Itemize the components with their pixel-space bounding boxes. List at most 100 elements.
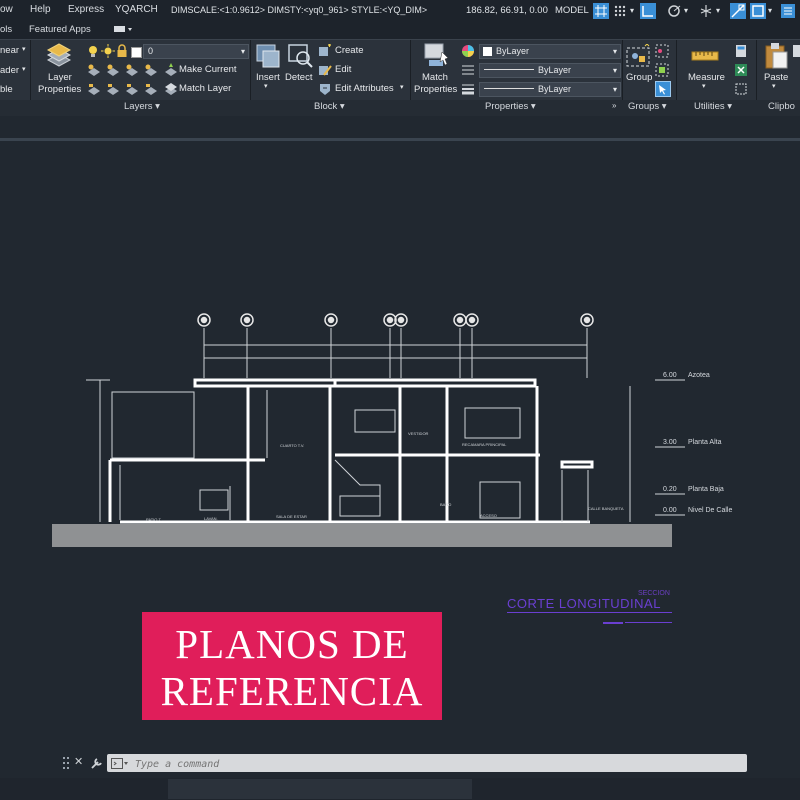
spreadsheet-icon[interactable] (734, 63, 748, 82)
chevron-down-icon[interactable]: ▾ (264, 82, 268, 90)
tab-featured-apps[interactable]: Featured Apps (29, 24, 91, 35)
match-layer-icon[interactable] (164, 82, 178, 101)
insert-block-icon[interactable] (254, 42, 282, 75)
measure-button[interactable]: Measure (688, 72, 725, 83)
layer-tools-row-2 (86, 82, 176, 101)
color-wheel-icon[interactable] (461, 44, 475, 63)
panel-title-clipboard[interactable]: Clipbo (768, 101, 795, 112)
sun-icon[interactable] (101, 44, 115, 63)
command-line[interactable] (107, 754, 747, 772)
room-label: VESTIDOR (408, 431, 429, 436)
ribbon-tabs: ols Featured Apps (0, 20, 800, 39)
edit-attributes-button[interactable]: Edit Attributes (335, 83, 394, 94)
paste-button[interactable]: Paste (764, 72, 788, 83)
lightbulb-icon[interactable] (86, 44, 100, 63)
close-icon[interactable]: ✕ (74, 757, 84, 768)
layer-dropdown[interactable]: 0 ▾ (143, 44, 249, 59)
measure-icon[interactable] (690, 46, 720, 71)
create-button[interactable]: Create (335, 45, 364, 56)
chevron-down-icon[interactable]: ▾ (772, 82, 776, 90)
edit-attributes-icon[interactable] (318, 82, 332, 101)
edit-button[interactable]: Edit (335, 64, 351, 75)
isodraft-icon[interactable] (698, 3, 714, 19)
menu-window[interactable]: ow (0, 4, 13, 15)
chevron-down-icon[interactable]: ▾ (630, 6, 634, 15)
layer-color-swatch[interactable] (131, 45, 142, 63)
section-underline-2 (603, 622, 623, 624)
panel-title-utilities[interactable]: Utilities ▾ (694, 101, 732, 112)
make-current-button[interactable]: Make Current (179, 64, 237, 75)
leader-button[interactable]: ader (0, 65, 19, 76)
detect-button[interactable]: Detect (285, 72, 312, 83)
layer-properties-icon[interactable] (44, 42, 74, 75)
color-swatch (483, 47, 492, 56)
object-snap-icon[interactable] (750, 3, 766, 19)
chevron-down-icon[interactable]: ▾ (702, 82, 706, 90)
dropdown-arrow-icon[interactable]: ▾ (22, 65, 26, 73)
model-space-toggle[interactable]: MODEL (555, 5, 589, 16)
ungroup-icon[interactable] (655, 44, 669, 63)
tab-tools[interactable]: ols (0, 24, 12, 35)
create-block-icon[interactable] (318, 44, 332, 63)
lineweight-icon[interactable] (461, 82, 475, 101)
table-button[interactable]: ble (0, 84, 13, 95)
command-grip-icon[interactable] (62, 756, 70, 770)
quick-calc-icon[interactable] (734, 44, 748, 63)
group-icon[interactable] (625, 43, 653, 75)
tab-overflow-icon[interactable] (113, 23, 135, 38)
reference-banner: PLANOS DE REFERENCIA (142, 612, 442, 720)
edit-block-icon[interactable] (318, 63, 332, 82)
dropdown-arrow-icon[interactable]: ▾ (22, 45, 26, 53)
command-input[interactable] (133, 756, 737, 772)
linetype-dropdown[interactable]: ByLayer ▾ (479, 63, 621, 78)
match-layer-button[interactable]: Match Layer (179, 83, 231, 94)
level-label-3: Planta Baja (688, 486, 724, 493)
menu-help[interactable]: Help (30, 4, 51, 15)
color-dropdown[interactable]: ByLayer ▾ (479, 44, 621, 59)
menu-express[interactable]: Express (68, 4, 104, 15)
panel-expand-icon[interactable]: » (612, 101, 616, 110)
grid-toggle-icon[interactable] (593, 3, 609, 19)
customization-menu-icon[interactable] (780, 3, 796, 19)
object-snap-tracking-icon[interactable] (730, 3, 746, 19)
layer-properties-label[interactable]: Layer (48, 72, 72, 83)
linetype-value: ByLayer (538, 65, 572, 75)
lineweight-dropdown[interactable]: ByLayer ▾ (479, 82, 621, 97)
group-button[interactable]: Group (626, 72, 652, 83)
section-underline (507, 612, 672, 613)
snap-mode-icon[interactable] (612, 3, 628, 19)
menu-yqarch[interactable]: YQARCH (115, 4, 158, 15)
lock-icon[interactable] (116, 44, 128, 63)
select-all-icon[interactable] (734, 82, 748, 101)
chevron-down-icon[interactable]: ▾ (768, 6, 772, 15)
section-drawing[interactable]: 6.00 Azotea 3.00 Planta Alta 0.20 Planta… (0, 300, 800, 560)
viewport-divider (0, 138, 800, 141)
group-edit-icon[interactable] (655, 63, 669, 82)
detect-icon[interactable] (286, 42, 314, 75)
insert-button[interactable]: Insert (256, 72, 280, 83)
chevron-down-icon: ▾ (240, 47, 245, 56)
chevron-down-icon[interactable]: ▾ (400, 83, 404, 91)
command-prompt-icon[interactable] (111, 757, 129, 775)
linear-dimension-button[interactable]: near (0, 45, 19, 56)
panel-title-groups[interactable]: Groups ▾ (628, 101, 667, 112)
ortho-icon[interactable] (640, 3, 656, 19)
group-select-icon[interactable] (655, 81, 671, 102)
match-properties-label[interactable]: Match (422, 72, 448, 83)
panel-title-layers[interactable]: Layers ▾ (124, 101, 160, 112)
layer-properties-label-2[interactable]: Properties (38, 84, 81, 95)
make-current-icon[interactable] (164, 63, 178, 82)
copy-clip-icon[interactable] (792, 44, 800, 63)
panel-title-block[interactable]: Block ▾ (314, 101, 345, 112)
panel-title-properties[interactable]: Properties ▾ (485, 101, 536, 112)
wrench-icon[interactable] (90, 756, 104, 770)
match-properties-icon[interactable] (422, 42, 450, 75)
linetype-icon[interactable] (461, 63, 475, 82)
polar-tracking-icon[interactable] (666, 3, 682, 19)
chevron-down-icon[interactable]: ▾ (684, 6, 688, 15)
chevron-down-icon[interactable]: ▾ (716, 6, 720, 15)
grid-axis-markers (197, 313, 594, 327)
match-properties-label-2[interactable]: Properties (414, 84, 457, 95)
coordinates-readout[interactable]: 186.82, 66.91, 0.00 (466, 5, 548, 16)
paste-icon[interactable] (763, 42, 789, 75)
